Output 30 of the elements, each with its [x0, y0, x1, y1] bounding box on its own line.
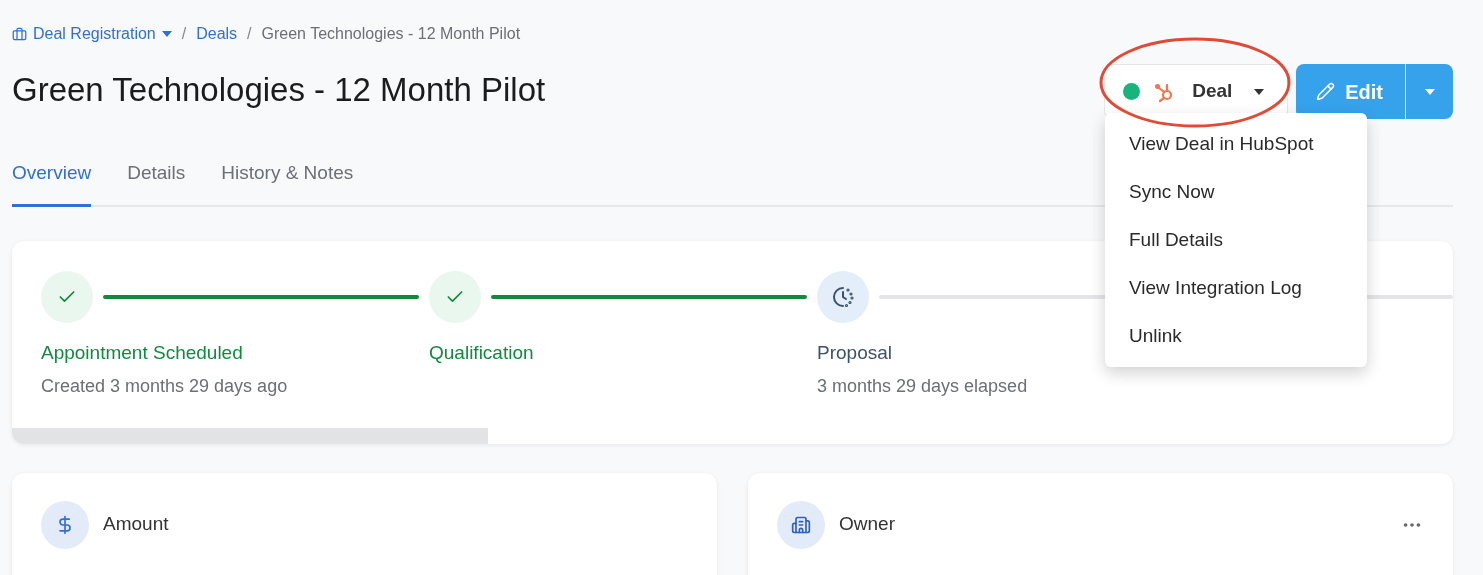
- breadcrumb-separator: /: [247, 24, 252, 44]
- menu-item[interactable]: Sync Now: [1105, 168, 1367, 216]
- building-icon: [777, 500, 825, 549]
- check-icon: [429, 270, 481, 323]
- breadcrumb-separator: /: [181, 24, 187, 44]
- breadcrumb-current: Green Technologies - 12 Month Pilot: [261, 24, 521, 44]
- tab[interactable]: Overview: [12, 159, 92, 207]
- pencil-icon: [1316, 82, 1336, 101]
- stage-note: 3 months 29 days elapsed: [817, 375, 1029, 398]
- tab[interactable]: History & Notes: [221, 159, 354, 207]
- menu-item[interactable]: View Integration Log: [1105, 264, 1367, 312]
- breadcrumb-dropdown[interactable]: Deal Registration: [12, 22, 172, 46]
- menu-item[interactable]: Full Details: [1105, 216, 1367, 264]
- clock-icon: [817, 270, 869, 323]
- dollar-icon: [41, 500, 89, 549]
- breadcrumb-link[interactable]: Deals: [196, 22, 238, 46]
- stage-name: Proposal: [817, 340, 893, 365]
- stage-note: Created 3 months 29 days ago: [41, 375, 289, 398]
- stage-name: Appointment Scheduled: [41, 340, 244, 365]
- briefcase-icon: [12, 26, 27, 42]
- page-title: Green Technologies - 12 Month Pilot: [12, 69, 546, 110]
- caret-icon: [1254, 88, 1265, 95]
- menu-item[interactable]: Unlink: [1105, 312, 1367, 360]
- stage-name: Qualification: [429, 340, 535, 365]
- caret-icon: [1424, 88, 1435, 95]
- tab[interactable]: Details: [127, 159, 186, 207]
- card-title: Owner: [839, 512, 896, 537]
- caret-icon: [161, 31, 172, 37]
- menu-item[interactable]: View Deal in HubSpot: [1105, 120, 1367, 168]
- card-title: Amount: [103, 512, 170, 537]
